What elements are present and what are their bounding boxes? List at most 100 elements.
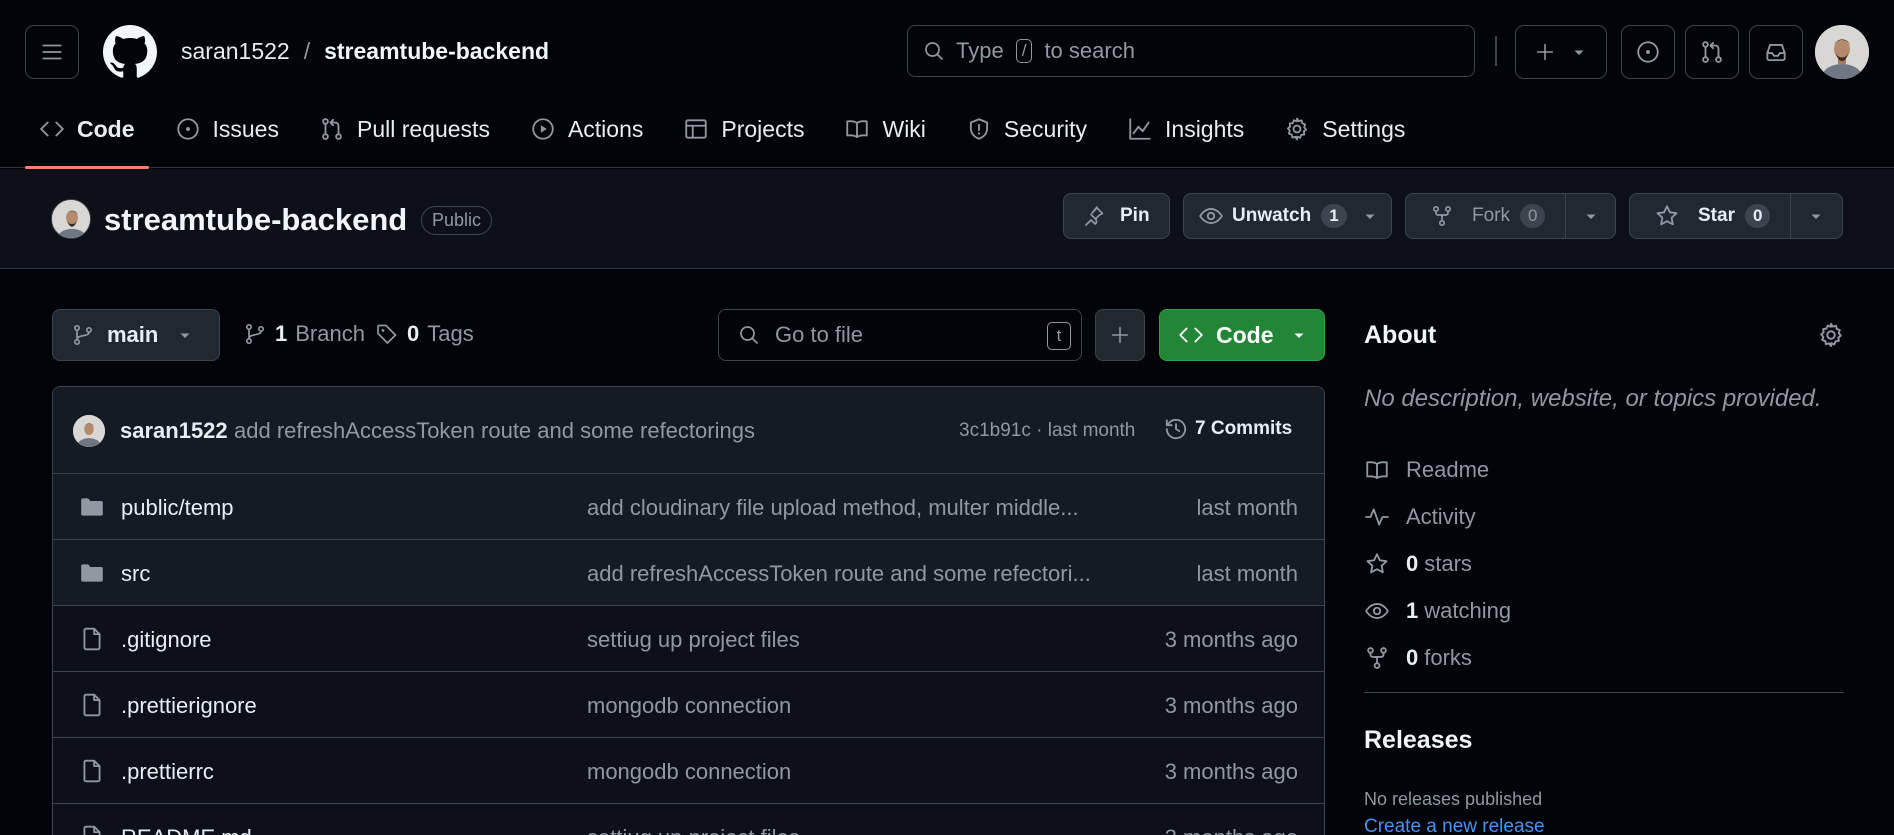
tag-count: 0 [407, 321, 420, 346]
file-row[interactable]: public/temp add cloudinary file upload m… [53, 474, 1324, 540]
releases-title[interactable]: Releases [1364, 726, 1472, 755]
watch-button[interactable]: Unwatch 1 [1183, 193, 1392, 239]
user-avatar[interactable] [1815, 25, 1869, 79]
repo-title[interactable]: streamtube-backend [104, 202, 407, 238]
file-commit-message[interactable]: settiug up project files [587, 627, 1107, 653]
file-name[interactable]: README.md [121, 825, 252, 835]
tab-label: Issues [212, 115, 279, 142]
pin-button[interactable]: Pin [1063, 193, 1170, 239]
releases-empty-text: No releases published [1364, 789, 1543, 809]
git-branch-icon [73, 324, 93, 346]
readme-link[interactable]: Readme [1364, 446, 1511, 493]
tab-insights[interactable]: Insights [1113, 108, 1258, 150]
file-commit-message[interactable]: mongodb connection [587, 693, 1107, 719]
file-row[interactable]: src add refreshAccessToken route and som… [53, 540, 1324, 606]
file-commit-message[interactable]: mongodb connection [587, 759, 1107, 785]
forks-link[interactable]: 0 forks [1364, 634, 1511, 681]
play-icon [532, 118, 554, 140]
tab-code[interactable]: Code [25, 108, 149, 169]
commit-author[interactable]: saran1522 [120, 418, 228, 444]
branch-name: main [107, 322, 159, 347]
file-row[interactable]: .gitignore settiug up project files 3 mo… [53, 606, 1324, 672]
tab-label: Wiki [882, 115, 926, 142]
header-divider [1495, 36, 1497, 66]
file-commit-message[interactable]: add refreshAccessToken route and some re… [587, 561, 1107, 587]
tab-actions[interactable]: Actions [516, 108, 657, 150]
commit-message[interactable]: add refreshAccessToken route and some re… [234, 418, 755, 444]
repo-forked-icon [1367, 646, 1387, 669]
create-release-link[interactable]: Create a new release [1364, 816, 1545, 835]
file-row[interactable]: .prettierignore mongodb connection 3 mon… [53, 672, 1324, 738]
git-branch-icon [245, 323, 265, 345]
add-file-button[interactable] [1095, 309, 1145, 361]
tab-label: Pull requests [356, 115, 490, 142]
watching-count: 1 [1406, 597, 1419, 623]
file-name[interactable]: src [121, 561, 150, 587]
inbox-button[interactable] [1749, 25, 1803, 79]
file-icon [83, 627, 101, 651]
fork-dropdown-divider [1565, 194, 1566, 238]
table-icon [685, 119, 708, 139]
fork-button[interactable]: Fork 0 [1405, 193, 1616, 239]
file-name[interactable]: public/temp [121, 495, 234, 521]
file-row[interactable]: .prettierrc mongodb connection 3 months … [53, 738, 1324, 804]
create-new-button[interactable] [1515, 25, 1607, 79]
file-row[interactable]: README.md settiug up project files 3 mon… [53, 804, 1324, 835]
tag-count-label: Tags [427, 321, 474, 346]
about-settings-button[interactable] [1817, 321, 1845, 349]
graph-icon [1129, 118, 1151, 140]
branches-link[interactable]: 1 Branch [243, 321, 365, 347]
issue-icon [1637, 41, 1659, 63]
owner-link[interactable]: saran1522 [181, 38, 290, 65]
file-commit-message[interactable]: settiug up project files [587, 825, 1107, 835]
star-button[interactable]: Star 0 [1629, 193, 1843, 239]
tab-wiki[interactable]: Wiki [830, 108, 939, 150]
repo-header: streamtube-backend Public Pin Unwatch 1 … [0, 169, 1894, 269]
tab-security[interactable]: Security [952, 108, 1101, 150]
triangle-down-icon [1811, 214, 1821, 219]
branch-count: 1 [275, 321, 288, 346]
tab-projects[interactable]: Projects [669, 108, 818, 150]
watching-link[interactable]: 1 watching [1364, 587, 1511, 634]
file-commit-time: 3 months ago [1164, 693, 1298, 718]
tags-link[interactable]: 0 Tags [375, 321, 474, 347]
about-title: About [1364, 321, 1437, 349]
menu-button[interactable] [25, 25, 79, 79]
triangle-down-icon [1586, 214, 1596, 219]
file-commit-message[interactable]: add cloudinary file upload method, multe… [587, 495, 1107, 521]
stars-label: stars [1424, 550, 1472, 576]
go-to-file-input[interactable]: Go to file t [718, 309, 1082, 361]
file-browser: saran1522 add refreshAccessToken route a… [52, 386, 1325, 835]
github-logo-icon[interactable] [103, 25, 157, 79]
tab-pull-requests[interactable]: Pull requests [305, 108, 504, 150]
repo-link[interactable]: streamtube-backend [324, 38, 549, 65]
repo-owner-avatar[interactable] [51, 199, 91, 239]
stars-link[interactable]: 0 stars [1364, 540, 1511, 587]
commits-history-link[interactable]: 7 Commits [1163, 416, 1292, 442]
inbox-icon [1766, 44, 1786, 62]
hamburger-icon [42, 44, 62, 60]
file-name[interactable]: .gitignore [121, 627, 212, 653]
watch-counter: 1 [1321, 204, 1347, 228]
file-name[interactable]: .prettierignore [121, 693, 257, 719]
tab-issues[interactable]: Issues [161, 108, 293, 150]
file-name[interactable]: .prettierrc [121, 759, 214, 785]
issue-icon [176, 118, 199, 140]
search-input[interactable]: Type / to search [907, 25, 1475, 77]
code-download-button[interactable]: Code [1159, 309, 1325, 361]
commit-author-avatar[interactable] [73, 415, 105, 447]
code-icon [1179, 327, 1203, 343]
search-icon [740, 326, 758, 344]
star-counter: 0 [1744, 204, 1771, 228]
pin-label: Pin [1120, 205, 1150, 226]
branch-select-button[interactable]: main [52, 309, 220, 361]
pull-requests-button[interactable] [1685, 25, 1739, 79]
tab-settings[interactable]: Settings [1270, 108, 1419, 150]
commit-hash-time[interactable]: 3c1b91c · last month [959, 420, 1135, 442]
file-icon [83, 825, 101, 835]
stars-count: 0 [1406, 550, 1419, 576]
issues-button[interactable] [1621, 25, 1675, 79]
star-dropdown-divider [1790, 194, 1791, 238]
repo-forked-icon [1432, 205, 1452, 227]
activity-link[interactable]: Activity [1364, 493, 1511, 540]
